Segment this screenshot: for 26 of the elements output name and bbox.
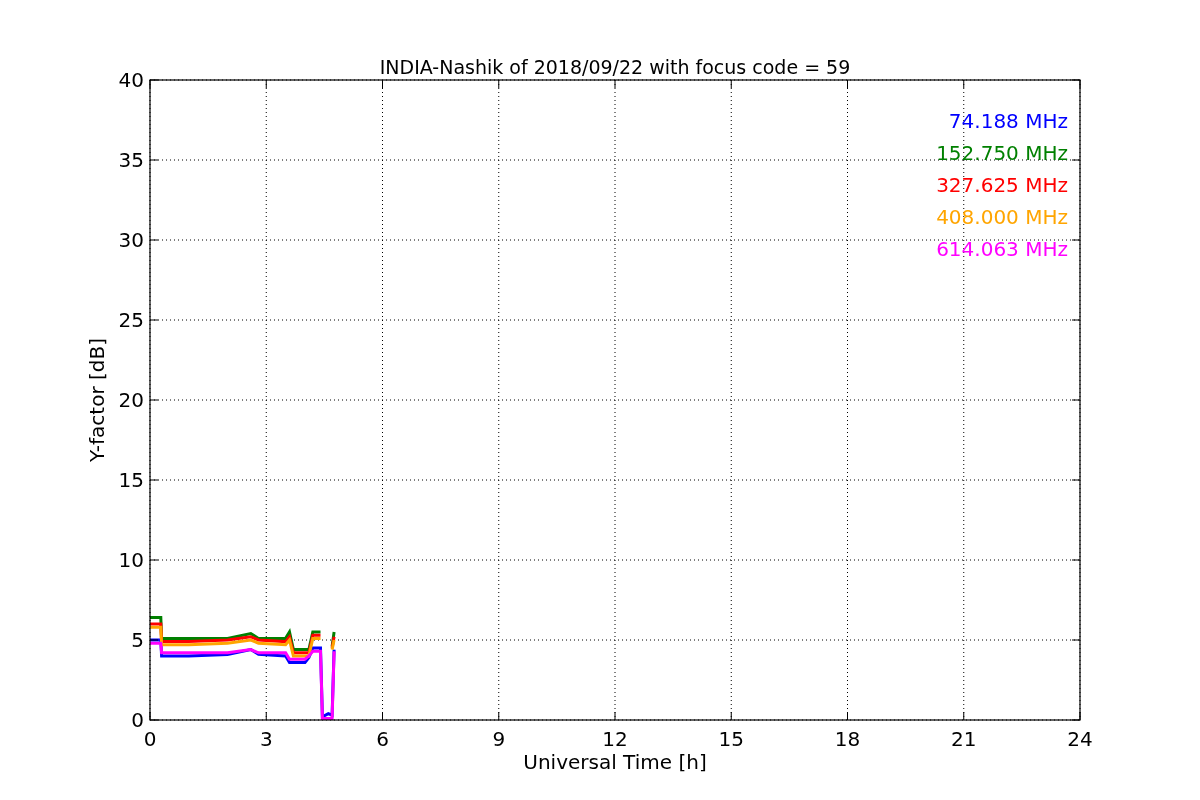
y-tick-label: 5 [131, 628, 144, 652]
legend-label: 327.625 MHz [936, 173, 1068, 197]
x-tick-label: 18 [834, 727, 861, 751]
legend-label: 152.750 MHz [936, 141, 1068, 165]
x-tick-label: 0 [143, 727, 157, 751]
x-tick-label: 9 [492, 727, 506, 751]
y-tick-label: 25 [118, 308, 144, 332]
x-tick-label: 24 [1067, 727, 1093, 751]
y-tick-label: 30 [118, 228, 144, 252]
chart-title: INDIA-Nashik of 2018/09/22 with focus code = 59 [379, 56, 851, 78]
y-tick-label: 35 [118, 148, 144, 172]
legend-label: 408.000 MHz [936, 205, 1068, 229]
y-axis-label: Y-factor [dB] [85, 338, 109, 462]
y-tick-label: 15 [118, 468, 144, 492]
legend-label: 614.063 MHz [936, 237, 1068, 261]
legend-label: 74.188 MHz [948, 109, 1068, 133]
y-tick-label: 40 [118, 68, 144, 92]
x-tick-label: 3 [259, 727, 273, 751]
x-axis-label: Universal Time [h] [523, 750, 707, 774]
y-tick-label: 20 [118, 388, 144, 412]
x-tick-label: 6 [376, 727, 389, 751]
x-tick-label: 12 [602, 727, 628, 751]
x-tick-label: 21 [951, 727, 977, 751]
x-tick-label: 15 [718, 727, 744, 751]
y-tick-label: 0 [131, 708, 144, 732]
y-tick-label: 10 [118, 548, 144, 572]
